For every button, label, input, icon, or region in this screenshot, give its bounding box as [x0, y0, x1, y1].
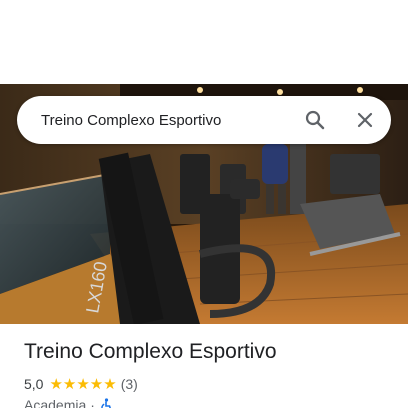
- wheelchair-accessible-icon: [99, 398, 113, 408]
- star-rating-icon: ★★★★★: [49, 376, 117, 393]
- search-bar[interactable]: [17, 96, 391, 144]
- separator: ·: [90, 397, 95, 408]
- maps-place-page: LX160 Treino Complexo Esportivo 5,0 ★★★★…: [0, 0, 408, 408]
- search-icon[interactable]: [303, 108, 327, 132]
- search-input[interactable]: [41, 96, 291, 144]
- category-row: Academia ·: [24, 397, 113, 408]
- place-category: Academia: [24, 397, 87, 408]
- place-title: Treino Complexo Esportivo: [24, 340, 277, 363]
- rating-row[interactable]: 5,0 ★★★★★ (3): [24, 375, 138, 393]
- close-icon[interactable]: [353, 108, 377, 132]
- review-count[interactable]: (3): [121, 376, 138, 392]
- rating-value: 5,0: [24, 376, 44, 392]
